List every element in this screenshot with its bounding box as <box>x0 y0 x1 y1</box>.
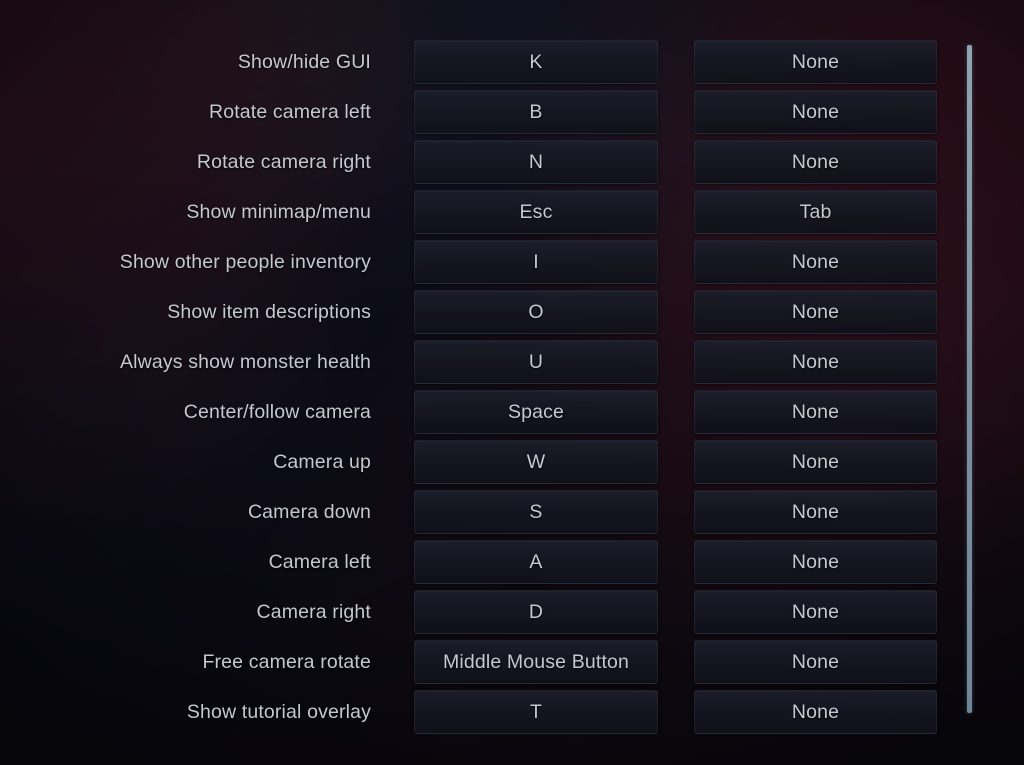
primary-key-button[interactable]: K <box>414 40 658 84</box>
primary-key-button[interactable]: Space <box>414 390 658 434</box>
secondary-key-button[interactable]: None <box>694 690 937 734</box>
keybinding-row: Show/hide GUI K None <box>0 40 1024 90</box>
primary-key-button[interactable]: S <box>414 490 658 534</box>
keybinding-action-label: Center/follow camera <box>183 401 371 423</box>
secondary-key-button[interactable]: None <box>694 490 937 534</box>
keybinding-row: Camera left A None <box>0 540 1024 590</box>
primary-key-button[interactable]: B <box>414 90 658 134</box>
game-options-keybindings-screen: Show/hide GUI K None Rotate camera left B Non… <box>0 0 1024 765</box>
primary-key-button[interactable]: Middle Mouse Button <box>414 640 658 684</box>
primary-key-button[interactable]: T <box>414 690 658 734</box>
vertical-scrollbar-track[interactable] <box>960 40 980 734</box>
primary-key-button[interactable]: U <box>414 340 658 384</box>
secondary-key-button[interactable]: None <box>694 590 937 634</box>
keybinding-action-label: Show item descriptions <box>167 301 371 323</box>
keybinding-action-label: Camera down <box>247 501 371 523</box>
primary-key-button[interactable]: Esc <box>414 190 658 234</box>
secondary-key-button[interactable]: None <box>694 390 937 434</box>
keybinding-row: Show item descriptions O None <box>0 290 1024 340</box>
keybinding-action-label: Always show monster health <box>119 351 371 373</box>
secondary-key-button[interactable]: None <box>694 340 937 384</box>
vertical-scrollbar-thumb[interactable] <box>967 45 972 713</box>
keybinding-action-label: Rotate camera right <box>196 151 371 173</box>
primary-key-button[interactable]: D <box>414 590 658 634</box>
keybinding-row: Show minimap/menu Esc Tab <box>0 190 1024 240</box>
keybinding-row: Center/follow camera Space None <box>0 390 1024 440</box>
primary-key-button[interactable]: A <box>414 540 658 584</box>
keybindings-list: Show/hide GUI K None Rotate camera left B Non… <box>0 40 1024 734</box>
secondary-key-button[interactable]: None <box>694 540 937 584</box>
keybinding-action-label: Show minimap/menu <box>186 201 371 223</box>
keybinding-row: Rotate camera left B None <box>0 90 1024 140</box>
keybinding-row: Camera right D None <box>0 590 1024 640</box>
secondary-key-button[interactable]: None <box>694 290 937 334</box>
primary-key-button[interactable]: I <box>414 240 658 284</box>
keybinding-action-label: Show tutorial overlay <box>186 701 371 723</box>
keybinding-action-label: Show other people inventory <box>119 251 371 273</box>
keybinding-row: Show tutorial overlay T None <box>0 690 1024 734</box>
keybinding-row: Rotate camera right N None <box>0 140 1024 190</box>
keybinding-row: Camera up W None <box>0 440 1024 490</box>
keybinding-action-label: Rotate camera left <box>208 101 371 123</box>
keybinding-row: Show other people inventory I None <box>0 240 1024 290</box>
secondary-key-button[interactable]: Tab <box>694 190 937 234</box>
keybinding-action-label: Free camera rotate <box>202 651 371 673</box>
secondary-key-button[interactable]: None <box>694 90 937 134</box>
secondary-key-button[interactable]: None <box>694 40 937 84</box>
secondary-key-button[interactable]: None <box>694 440 937 484</box>
keybinding-action-label: Camera right <box>256 601 371 623</box>
keybinding-row: Camera down S None <box>0 490 1024 540</box>
keybinding-row: Always show monster health U None <box>0 340 1024 390</box>
keybinding-action-label: Camera up <box>273 451 371 473</box>
secondary-key-button[interactable]: None <box>694 140 937 184</box>
keybinding-action-label: Show/hide GUI <box>237 51 371 73</box>
secondary-key-button[interactable]: None <box>694 640 937 684</box>
secondary-key-button[interactable]: None <box>694 240 937 284</box>
keybinding-action-label: Camera left <box>268 551 371 573</box>
primary-key-button[interactable]: W <box>414 440 658 484</box>
keybinding-row: Free camera rotate Middle Mouse Button Non… <box>0 640 1024 690</box>
primary-key-button[interactable]: O <box>414 290 658 334</box>
primary-key-button[interactable]: N <box>414 140 658 184</box>
